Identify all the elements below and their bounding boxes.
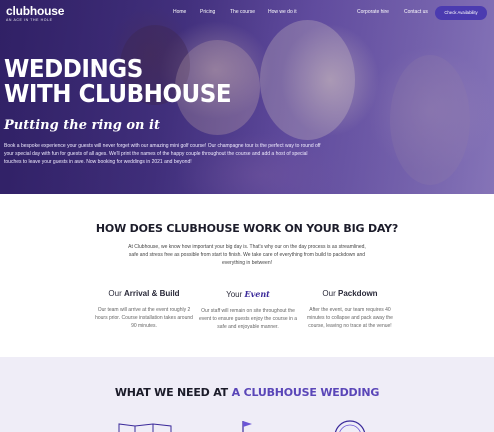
- requirements-title-prefix: WHAT WE NEED AT: [114, 386, 228, 399]
- step-highlight: Packdown: [338, 289, 378, 298]
- hero-title-line-1: WEDDINGS: [4, 54, 143, 83]
- nav-link-corporate-hire[interactable]: Corporate hire: [357, 9, 389, 15]
- logo-wordmark: clubhouse: [6, 4, 65, 18]
- step-prefix: Our: [322, 289, 336, 298]
- nav-link-pricing[interactable]: Pricing: [200, 9, 215, 15]
- step-heading: Your Event: [198, 289, 298, 299]
- hero-banner: clubhouse AN ACE IN THE HOLE Home Pricin…: [0, 0, 494, 194]
- how-it-works-title: HOW DOES CLUBHOUSE WORK ON YOUR BIG DAY?: [95, 222, 399, 235]
- logo-tagline: AN ACE IN THE HOLE: [6, 18, 53, 22]
- nav-link-how-we-do-it[interactable]: How we do it: [268, 9, 297, 15]
- step-highlight: Arrival & Build: [124, 289, 180, 298]
- step-event: Your Event Our staff will remain on site…: [198, 289, 298, 331]
- step-highlight: Event: [244, 289, 270, 299]
- badge-icon: [334, 420, 366, 432]
- flag-icon: [242, 421, 252, 432]
- step-description: After the event, our team requires 40 mi…: [307, 307, 393, 329]
- map-icon: [118, 423, 172, 432]
- nav-link-contact-us[interactable]: Contact us: [404, 9, 428, 15]
- top-navigation: clubhouse AN ACE IN THE HOLE Home Pricin…: [0, 0, 494, 26]
- hero-description: Book a bespoke experience your guests wi…: [4, 143, 321, 165]
- step-packdown: Our Packdown After the event, our team r…: [300, 289, 400, 330]
- hero-title: WEDDINGS WITH CLUBHOUSE: [4, 54, 232, 108]
- step-arrival-build: Our Arrival & Build Our team will arrive…: [94, 289, 194, 330]
- step-heading: Our Packdown: [300, 289, 400, 298]
- requirements-title-accent: A CLUBHOUSE WEDDING: [231, 386, 380, 399]
- step-description: Our staff will remain on site throughout…: [198, 308, 298, 330]
- hero-script-heading: Putting the ring on it: [4, 118, 160, 133]
- nav-link-home[interactable]: Home: [173, 9, 186, 15]
- step-prefix: Our: [108, 289, 122, 298]
- hero-title-line-2: WITH CLUBHOUSE: [4, 79, 232, 108]
- requirements-title: WHAT WE NEED AT A CLUBHOUSE WEDDING: [0, 386, 494, 399]
- step-prefix: Your: [226, 290, 243, 299]
- check-availability-button[interactable]: Check Availability: [435, 6, 487, 20]
- how-it-works-intro: At Clubhouse, we know how important your…: [128, 244, 366, 266]
- nav-link-the-course[interactable]: The course: [230, 9, 255, 15]
- step-description: Our team will arrive at the event roughl…: [95, 307, 193, 329]
- step-heading: Our Arrival & Build: [94, 289, 194, 298]
- clubhouse-logo[interactable]: clubhouse AN ACE IN THE HOLE: [6, 5, 64, 22]
